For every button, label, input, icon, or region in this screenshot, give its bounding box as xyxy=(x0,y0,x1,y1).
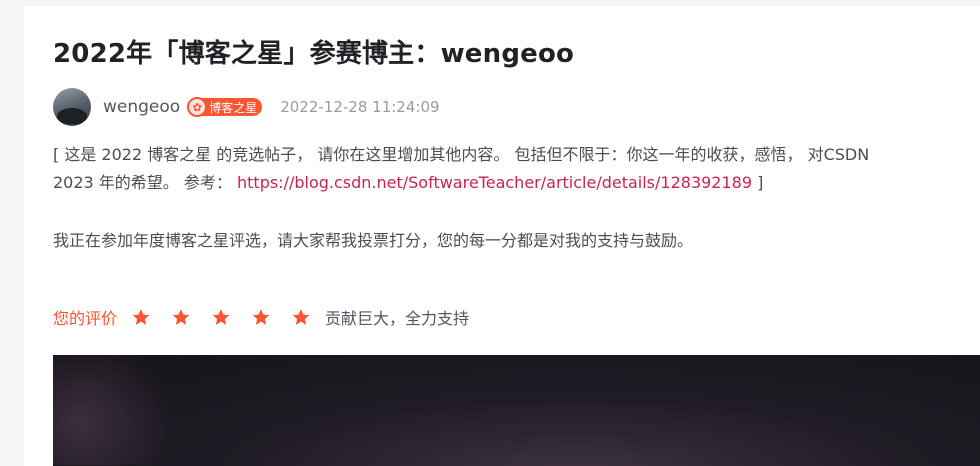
star-icon[interactable] xyxy=(171,307,191,327)
intro-line-2-prefix: 2023 年的希望。 参考： xyxy=(53,173,232,192)
star-icon[interactable] xyxy=(251,307,271,327)
intro-line-2-suffix: ] xyxy=(752,173,764,192)
rating-stars[interactable] xyxy=(131,307,331,327)
intro-line-1: [ 这是 2022 博客之星 的竞选帖子， 请你在这里增加其他内容。 包括但不限… xyxy=(53,145,870,164)
article-card: 2022年「博客之星」参赛博主：wengeoo wengeoo ✿ 博客之星 2… xyxy=(24,6,980,466)
blog-star-badge[interactable]: ✿ 博客之星 xyxy=(187,97,263,117)
post-time: 2022-12-28 11:24:09 xyxy=(280,98,440,116)
star-icon[interactable] xyxy=(211,307,231,327)
blog-star-badge-icon: ✿ xyxy=(187,97,208,117)
author-row: wengeoo ✿ 博客之星 2022-12-28 11:24:09 xyxy=(53,88,440,126)
article-paragraph-vote: 我正在参加年度博客之星评选，请大家帮我投票打分，您的每一分都是对我的支持与鼓励。 xyxy=(53,231,694,250)
article-title: 2022年「博客之星」参赛博主：wengeoo xyxy=(53,39,575,69)
author-name[interactable]: wengeoo xyxy=(103,97,180,117)
cover-glow xyxy=(53,355,193,465)
rating-row: 您的评价 贡献巨大，全力支持 xyxy=(53,304,469,330)
avatar[interactable] xyxy=(53,88,91,126)
star-icon[interactable] xyxy=(131,307,151,327)
article-paragraph-intro: [ 这是 2022 博客之星 的竞选帖子， 请你在这里增加其他内容。 包括但不限… xyxy=(53,141,869,197)
reference-link[interactable]: https://blog.csdn.net/SoftwareTeacher/ar… xyxy=(237,173,752,192)
rating-label: 您的评价 xyxy=(53,309,118,328)
rating-text: 贡献巨大，全力支持 xyxy=(325,309,470,328)
star-icon[interactable] xyxy=(291,307,311,327)
cover-image xyxy=(53,355,980,466)
badge-label: 博客之星 xyxy=(209,100,258,115)
